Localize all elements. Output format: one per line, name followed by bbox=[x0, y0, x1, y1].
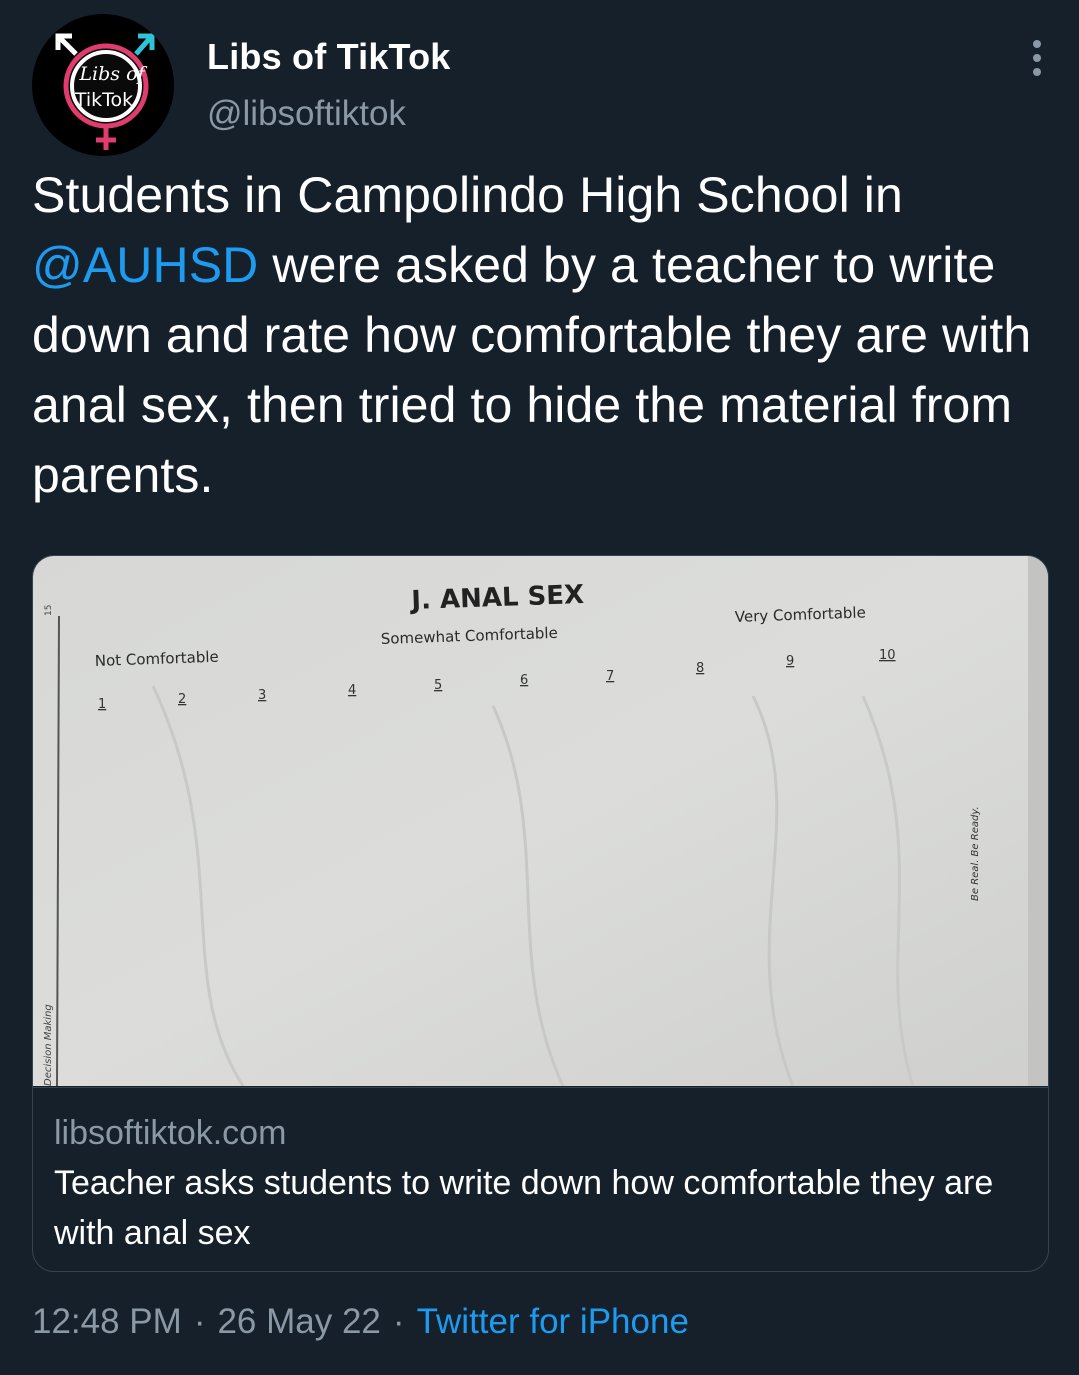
mention-link[interactable]: @AUHSD bbox=[32, 237, 258, 293]
scale-number: 1 bbox=[98, 697, 106, 712]
tweet-header: Libs of TikTok Libs of TikTok @libsoftik… bbox=[32, 14, 1047, 156]
side-text-right: Be Real. Be Ready. bbox=[970, 806, 981, 901]
worksheet-photo: J. ANAL SEX Not Comfortable Somewhat Com… bbox=[33, 556, 1048, 1086]
more-options-icon[interactable] bbox=[1031, 40, 1043, 76]
card-photo[interactable]: J. ANAL SEX Not Comfortable Somewhat Com… bbox=[33, 556, 1048, 1086]
author-handle[interactable]: @libsoftiktok bbox=[207, 94, 406, 134]
scale-number: 8 bbox=[696, 661, 704, 676]
avatar-text-line1: Libs of bbox=[78, 63, 147, 85]
more-dot bbox=[1033, 54, 1041, 62]
tweet-text-part1: Students in Campolindo High School in bbox=[32, 167, 903, 223]
page-number: 15 bbox=[44, 605, 54, 616]
author-avatar[interactable]: Libs of TikTok bbox=[32, 14, 174, 156]
scale-number: 3 bbox=[258, 688, 266, 703]
card-title: Teacher asks students to write down how … bbox=[54, 1164, 994, 1252]
avatar-logo-icon: Libs of TikTok bbox=[32, 14, 174, 156]
more-dot bbox=[1033, 68, 1041, 76]
scale-number: 5 bbox=[434, 678, 442, 693]
scale-number: 6 bbox=[520, 673, 528, 688]
tweet-source-link[interactable]: Twitter for iPhone bbox=[417, 1302, 689, 1341]
card-meta[interactable]: libsoftiktok.com Teacher asks students t… bbox=[33, 1087, 1048, 1271]
worksheet-heading: J. ANAL SEX bbox=[409, 580, 585, 616]
link-card[interactable]: J. ANAL SEX Not Comfortable Somewhat Com… bbox=[32, 555, 1049, 1272]
card-domain: libsoftiktok.com bbox=[54, 1114, 287, 1152]
tweet-date[interactable]: 26 May 22 bbox=[217, 1302, 380, 1341]
more-dot bbox=[1033, 40, 1041, 48]
side-text-left: Decision Making bbox=[43, 1004, 54, 1086]
tweet-text: Students in Campolindo High School in @A… bbox=[32, 160, 1042, 510]
tweet-footer: 12:48 PM · 26 May 22 · Twitter for iPhone bbox=[32, 1302, 689, 1342]
scale-number: 4 bbox=[348, 683, 356, 698]
separator: · bbox=[392, 1302, 405, 1341]
scale-number: 10 bbox=[879, 648, 896, 663]
scale-number: 9 bbox=[786, 654, 794, 669]
avatar-text-line2: TikTok bbox=[74, 89, 133, 111]
scale-number: 7 bbox=[606, 669, 614, 684]
author-display-name[interactable]: Libs of TikTok bbox=[207, 36, 450, 78]
scale-number: 2 bbox=[178, 692, 186, 707]
tweet-time[interactable]: 12:48 PM bbox=[32, 1302, 182, 1341]
separator: · bbox=[193, 1302, 206, 1341]
